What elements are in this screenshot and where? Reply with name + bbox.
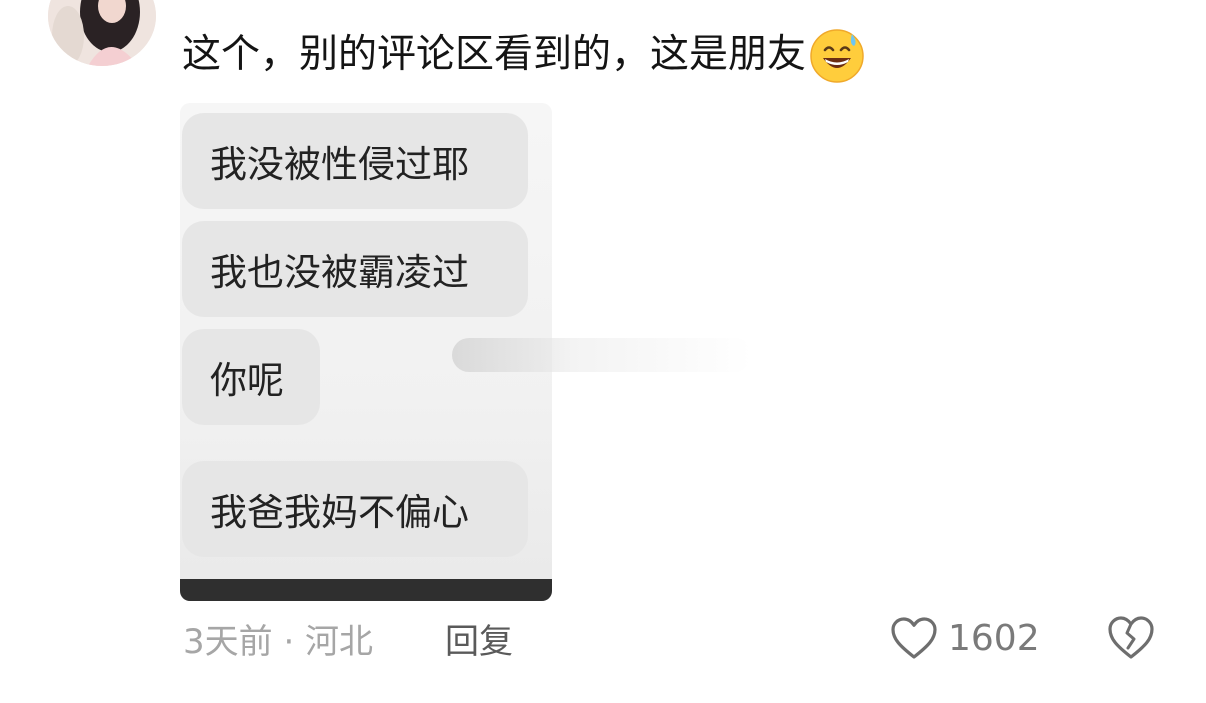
broken-heart-icon <box>1108 616 1154 659</box>
like-button[interactable]: 1602 <box>890 612 1040 664</box>
reply-button[interactable]: 回复 <box>445 612 513 664</box>
chat-bubble: 我没被性侵过耶 <box>182 113 528 209</box>
comment-meta: 3天前 · 河北 <box>183 621 374 662</box>
embed-bottom-bar <box>180 579 552 601</box>
chat-bubble-text: 我没被性侵过耶 <box>210 143 469 186</box>
chat-bubble: 你呢 <box>182 329 320 425</box>
comment-text-row: 这个，别的评论区看到的，这是朋友 <box>182 26 866 84</box>
user-avatar[interactable] <box>48 0 156 66</box>
chat-bubble: 我也没被霸凌过 <box>182 221 528 317</box>
heart-outline-icon <box>890 615 938 661</box>
chat-bubble-text: 我也没被霸凌过 <box>210 251 469 294</box>
chat-bubble-text: 你呢 <box>210 359 284 402</box>
like-count: 1602 <box>948 617 1040 659</box>
chat-bubble-text: 我爸我妈不偏心 <box>210 491 469 534</box>
grinning-sweat-face-icon <box>808 26 866 84</box>
avatar-image <box>48 0 156 66</box>
dislike-button[interactable] <box>1106 612 1156 662</box>
comment-text: 这个，别的评论区看到的，这是朋友 <box>182 32 807 77</box>
chat-bubble: 我爸我妈不偏心 <box>182 461 528 557</box>
watermark-blur <box>452 338 752 372</box>
